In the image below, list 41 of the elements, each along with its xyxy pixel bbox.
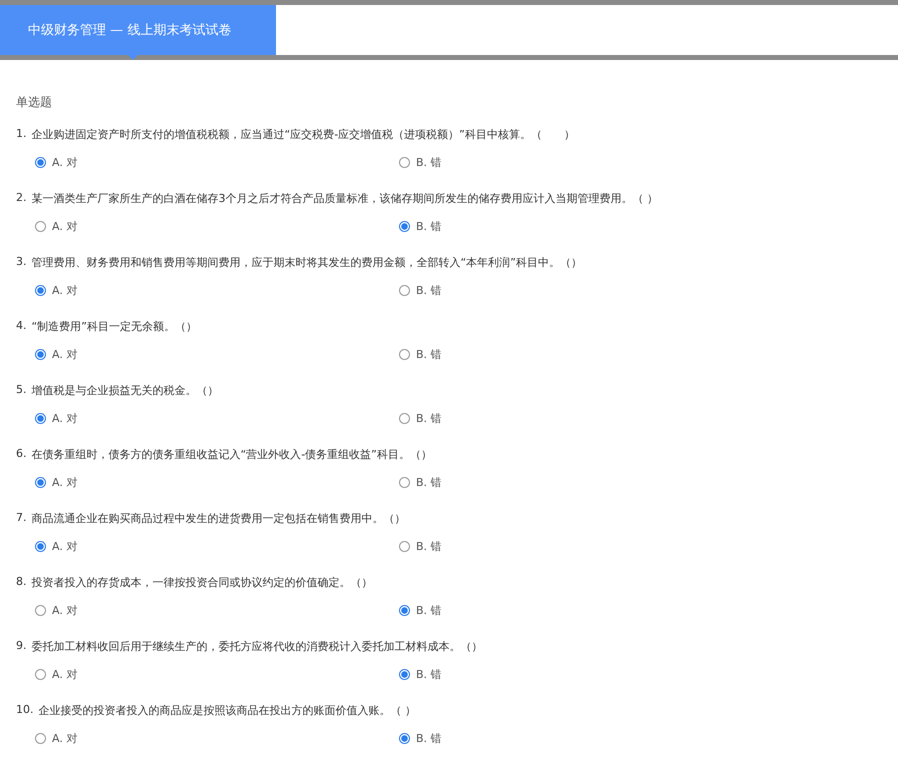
answer-option[interactable]: A. 对	[35, 219, 399, 234]
question-number: 10.	[16, 703, 34, 716]
question-number: 3.	[16, 255, 26, 268]
question-number: 7.	[16, 511, 26, 524]
answer-option[interactable]: B. 错	[399, 603, 763, 618]
answer-option[interactable]: B. 错	[399, 283, 763, 298]
question-text: “制造费用”科目一定无余额。（）	[32, 319, 197, 334]
answer-option[interactable]: A. 对	[35, 283, 399, 298]
answer-option[interactable]: A. 对	[35, 731, 399, 746]
question-text: 商品流通企业在购买商品过程中发生的进货费用一定包括在销售费用中。（）	[32, 511, 406, 526]
answer-option[interactable]: B. 错	[399, 475, 763, 490]
answer-option[interactable]: B. 错	[399, 155, 763, 170]
question-text: 委托加工材料收回后用于继续生产的，委托方应将代收的消费税计入委托加工材料成本。（）	[32, 639, 482, 654]
question-number: 8.	[16, 575, 26, 588]
answer-option[interactable]: A. 对	[35, 347, 399, 362]
question-text: 企业购进固定资产时所支付的增值税税额，应当通过“应交税费-应交增值税（进项税额）”科目中核算。（ ）	[32, 127, 575, 142]
section-title: 单选题	[16, 94, 53, 111]
answer-option[interactable]: A. 对	[35, 603, 399, 618]
answer-option[interactable]: B. 错	[399, 731, 763, 746]
answer-option[interactable]: B. 错	[399, 411, 763, 426]
answer-option[interactable]: A. 对	[35, 667, 399, 682]
question-number: 9.	[16, 639, 26, 652]
answer-option[interactable]: A. 对	[35, 155, 399, 170]
answer-option[interactable]: A. 对	[35, 411, 399, 426]
question-text: 增值税是与企业损益无关的税金。（）	[32, 383, 218, 398]
answer-option[interactable]: B. 错	[399, 219, 763, 234]
question-text: 管理费用、财务费用和销售费用等期间费用，应于期末时将其发生的费用金额，全部转入“本年利润”科目中。（）	[32, 255, 582, 270]
question-text: 企业接受的投资者投入的商品应是按照该商品在投出方的账面价值入账。（ ）	[38, 703, 416, 718]
question-text: 在债务重组时，债务方的债务重组收益记入“营业外收入-债务重组收益”科目。（）	[32, 447, 432, 462]
answer-option[interactable]: A. 对	[35, 539, 399, 554]
answer-option[interactable]: B. 错	[399, 539, 763, 554]
question-number: 2.	[16, 191, 26, 204]
question-number: 5.	[16, 383, 26, 396]
question-number: 1.	[16, 127, 26, 140]
question-number: 6.	[16, 447, 26, 460]
answer-option[interactable]: A. 对	[35, 475, 399, 490]
answer-option[interactable]: B. 错	[399, 667, 763, 682]
question-text: 某一酒类生产厂家所生产的白酒在储存3个月之后才符合产品质量标准，该储存期间所发生的储存费用应计入当期管理费用。（ ）	[32, 191, 658, 206]
answer-option[interactable]: B. 错	[399, 347, 763, 362]
question-text: 投资者投入的存货成本，一律按投资合同或协议约定的价值确定。（）	[32, 575, 372, 590]
question-number: 4.	[16, 319, 26, 332]
